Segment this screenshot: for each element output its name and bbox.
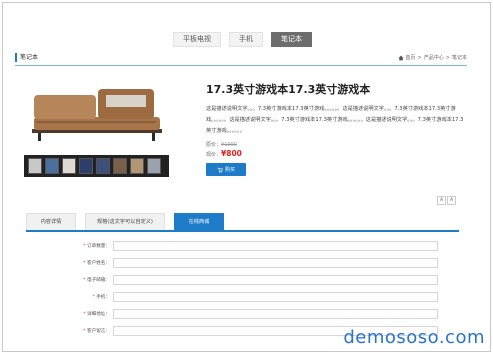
breadcrumb-products[interactable]: 产品中心	[424, 54, 444, 61]
form-row-address: * 详细地址：	[33, 309, 438, 319]
form-row-email: * 电子邮箱：	[33, 275, 438, 285]
category-nav: 平板电视 手机 笔记本	[173, 32, 312, 47]
old-price-label: 原价：	[206, 142, 222, 148]
font-smaller-button[interactable]: A	[447, 196, 456, 205]
field-label: * 电子邮箱：	[83, 278, 110, 283]
field-label: * 客户留言：	[83, 329, 110, 334]
quantity-input[interactable]	[113, 241, 438, 251]
form-row-name: * 客户姓名：	[33, 258, 438, 268]
field-label: * 客户姓名：	[83, 261, 110, 266]
home-icon	[398, 55, 403, 60]
watermark: demososo.com	[343, 327, 485, 348]
thumbnail[interactable]	[130, 158, 144, 174]
new-price-value: ¥800	[221, 149, 242, 158]
breadcrumb-home[interactable]: 首页	[406, 54, 416, 61]
tab-content-detail[interactable]: 内容详情	[26, 213, 76, 230]
product-description: 这是描述说明文字。。。7.3英寸游戏本17.3英寸游戏。。。。。。这是描述说明文…	[206, 106, 464, 134]
field-label: * 详细地址：	[83, 312, 110, 317]
product-title: 17.3英寸游戏本17.3英寸游戏本	[206, 83, 371, 96]
phone-input[interactable]	[113, 292, 438, 302]
old-price-value: ¥1000	[221, 142, 237, 148]
breadcrumb-separator: >	[417, 54, 422, 61]
new-price-row: 现价：¥800	[206, 149, 242, 158]
section-header: 笔记本 首页 > 产品中心 > 笔记本	[15, 53, 467, 66]
thumbnail[interactable]	[113, 158, 127, 174]
thumbnail[interactable]	[45, 158, 59, 174]
breadcrumb: 首页 > 产品中心 > 笔记本	[398, 54, 467, 61]
buy-button[interactable]: 购买	[206, 163, 246, 176]
font-larger-button[interactable]: A	[437, 196, 446, 205]
tab-laptop[interactable]: 笔记本	[271, 32, 312, 47]
new-price-label: 现价：	[206, 152, 222, 158]
detail-tabs: 内容详情 规格(这文字可以自定义) 在线商城	[26, 213, 459, 232]
tab-tv[interactable]: 平板电视	[173, 32, 221, 47]
form-row-quantity: * 订单数量：	[33, 241, 438, 251]
thumbnail[interactable]	[28, 158, 42, 174]
tab-specs[interactable]: 规格(这文字可以自定义)	[85, 213, 165, 230]
font-size-controls: A A	[437, 196, 456, 205]
old-price-row: 原价：¥1000	[206, 141, 237, 148]
address-input[interactable]	[113, 309, 438, 319]
page-frame: 平板电视 手机 笔记本 笔记本 首页 > 产品中心 > 笔记本 17.3英寸游戏…	[2, 2, 491, 352]
buy-button-label: 购买	[224, 167, 235, 173]
tab-online-store[interactable]: 在线商城	[174, 213, 224, 230]
thumbnail-strip	[24, 155, 169, 177]
breadcrumb-current: 笔记本	[451, 55, 467, 61]
tab-phone[interactable]: 手机	[229, 32, 263, 47]
thumbnail[interactable]	[96, 158, 110, 174]
thumbnail[interactable]	[147, 158, 161, 174]
field-label: * 手机：	[92, 295, 110, 300]
thumbnail[interactable]	[79, 158, 93, 174]
field-label: * 订单数量：	[83, 244, 110, 249]
email-input[interactable]	[113, 275, 438, 285]
thumbnail[interactable]	[62, 158, 76, 174]
section-title: 笔记本	[15, 53, 38, 62]
product-main-image	[24, 79, 169, 153]
name-input[interactable]	[113, 258, 438, 268]
breadcrumb-separator: >	[445, 54, 450, 61]
cart-icon	[217, 167, 223, 173]
form-row-phone: * 手机：	[33, 292, 438, 302]
